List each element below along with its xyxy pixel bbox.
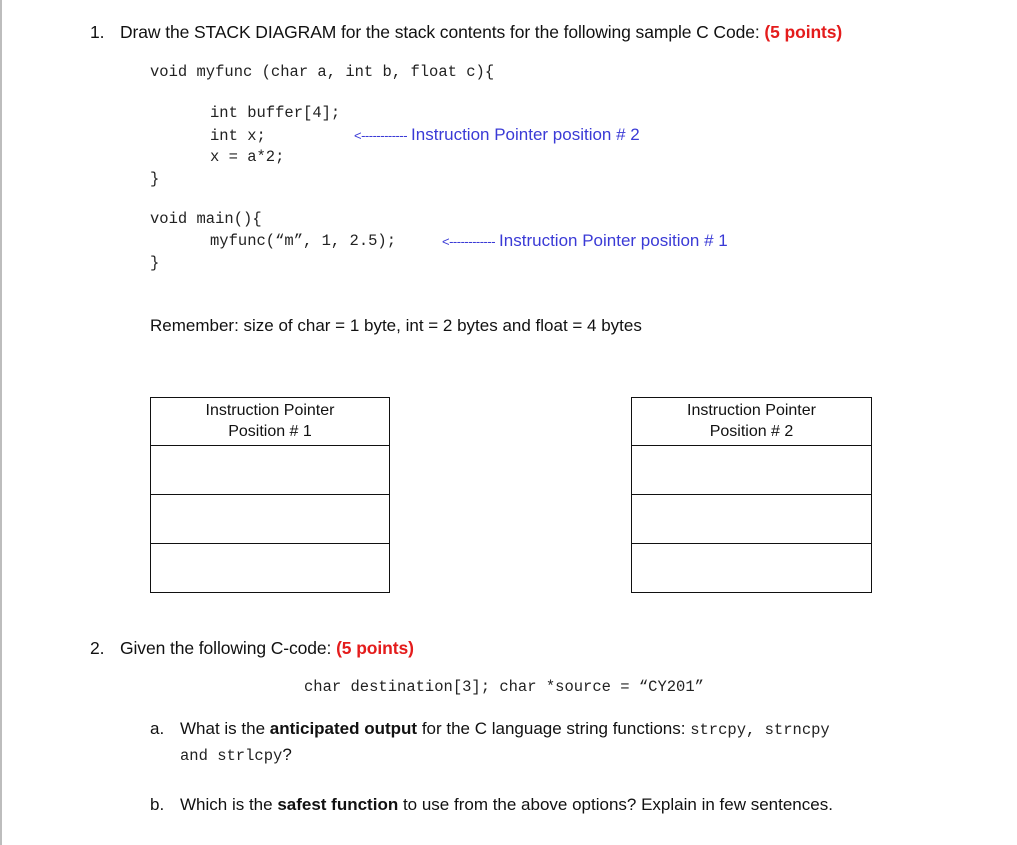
code-line-int-x: int x; bbox=[210, 127, 266, 145]
question-2-code: char destination[3]; char *source = “CY2… bbox=[304, 678, 704, 696]
stack-slot[interactable] bbox=[632, 495, 871, 544]
left-arrow-icon: <------------ bbox=[442, 234, 496, 249]
question-2a-text: What is the bbox=[180, 719, 270, 738]
question-1-prompt: Draw the STACK DIAGRAM for the stack con… bbox=[120, 22, 760, 42]
stack-diagram-ip2: Instruction Pointer Position # 2 bbox=[631, 397, 872, 593]
size-reminder: Remember: size of char = 1 byte, int = 2… bbox=[150, 316, 642, 335]
code-main-signature: void main(){ bbox=[150, 210, 262, 228]
stack-slot[interactable] bbox=[151, 446, 389, 495]
question-2-number: 2. bbox=[90, 638, 105, 658]
ip1-label: Instruction Pointer position # 1 bbox=[499, 231, 728, 250]
ip2-label: Instruction Pointer position # 2 bbox=[411, 125, 640, 144]
code-myfunc-signature: void myfunc (char a, int b, float c){ bbox=[150, 63, 495, 81]
question-2-title: 2. Given the following C-code: (5 points) bbox=[90, 638, 414, 659]
stack-slot[interactable] bbox=[151, 544, 389, 592]
question-2a-functions: strcpy, strncpy bbox=[690, 721, 830, 739]
stack-slot[interactable] bbox=[632, 446, 871, 495]
question-2a-end: ? bbox=[282, 745, 292, 764]
code-main-close: } bbox=[150, 254, 160, 272]
code-myfunc-close: } bbox=[150, 170, 160, 188]
ip1-annotation: <------------ Instruction Pointer positio… bbox=[442, 231, 728, 251]
stack-header-line2: Position # 2 bbox=[709, 423, 794, 440]
question-2b-text-after: to use from the above options? Explain i… bbox=[398, 795, 833, 814]
question-2b-label: b. bbox=[150, 795, 165, 814]
ip2-annotation: <------------ Instruction Pointer positio… bbox=[354, 125, 640, 145]
question-2b: b. Which is the safest function to use fr… bbox=[150, 795, 833, 815]
question-2-points: (5 points) bbox=[336, 638, 414, 658]
question-2a-text-after: for the C language string functions: bbox=[417, 719, 691, 738]
question-2b-bold: safest function bbox=[277, 795, 399, 814]
question-2-prompt: Given the following C-code: bbox=[120, 638, 332, 658]
question-2a-line2: and strlcpy? bbox=[180, 745, 292, 765]
question-2a-bold: anticipated output bbox=[269, 719, 418, 738]
stack-header-line1: Instruction Pointer bbox=[205, 402, 335, 419]
stack-slot[interactable] bbox=[151, 495, 389, 544]
stack-slot[interactable] bbox=[632, 544, 871, 592]
question-1-title: 1. Draw the STACK DIAGRAM for the stack c… bbox=[90, 22, 842, 43]
question-2a: a. What is the anticipated output for the… bbox=[150, 719, 830, 739]
left-arrow-icon: <------------ bbox=[354, 128, 408, 143]
stack-diagram-ip1: Instruction Pointer Position # 1 bbox=[150, 397, 390, 593]
stack-header-ip2: Instruction Pointer Position # 2 bbox=[632, 398, 871, 446]
stack-header-line1: Instruction Pointer bbox=[687, 402, 816, 419]
question-2a-functions-line2: and strlcpy bbox=[180, 747, 283, 765]
stack-header-line2: Position # 1 bbox=[228, 423, 312, 440]
question-2b-text: Which is the bbox=[180, 795, 278, 814]
code-line-assign-x: x = a*2; bbox=[210, 148, 285, 166]
page-left-border bbox=[0, 0, 2, 845]
question-2a-label: a. bbox=[150, 719, 165, 738]
question-1-number: 1. bbox=[90, 22, 105, 42]
code-line-buffer: int buffer[4]; bbox=[210, 104, 341, 122]
code-main-call: myfunc(“m”, 1, 2.5); bbox=[210, 232, 397, 250]
stack-header-ip1: Instruction Pointer Position # 1 bbox=[151, 398, 389, 446]
question-1-points: (5 points) bbox=[764, 22, 843, 42]
